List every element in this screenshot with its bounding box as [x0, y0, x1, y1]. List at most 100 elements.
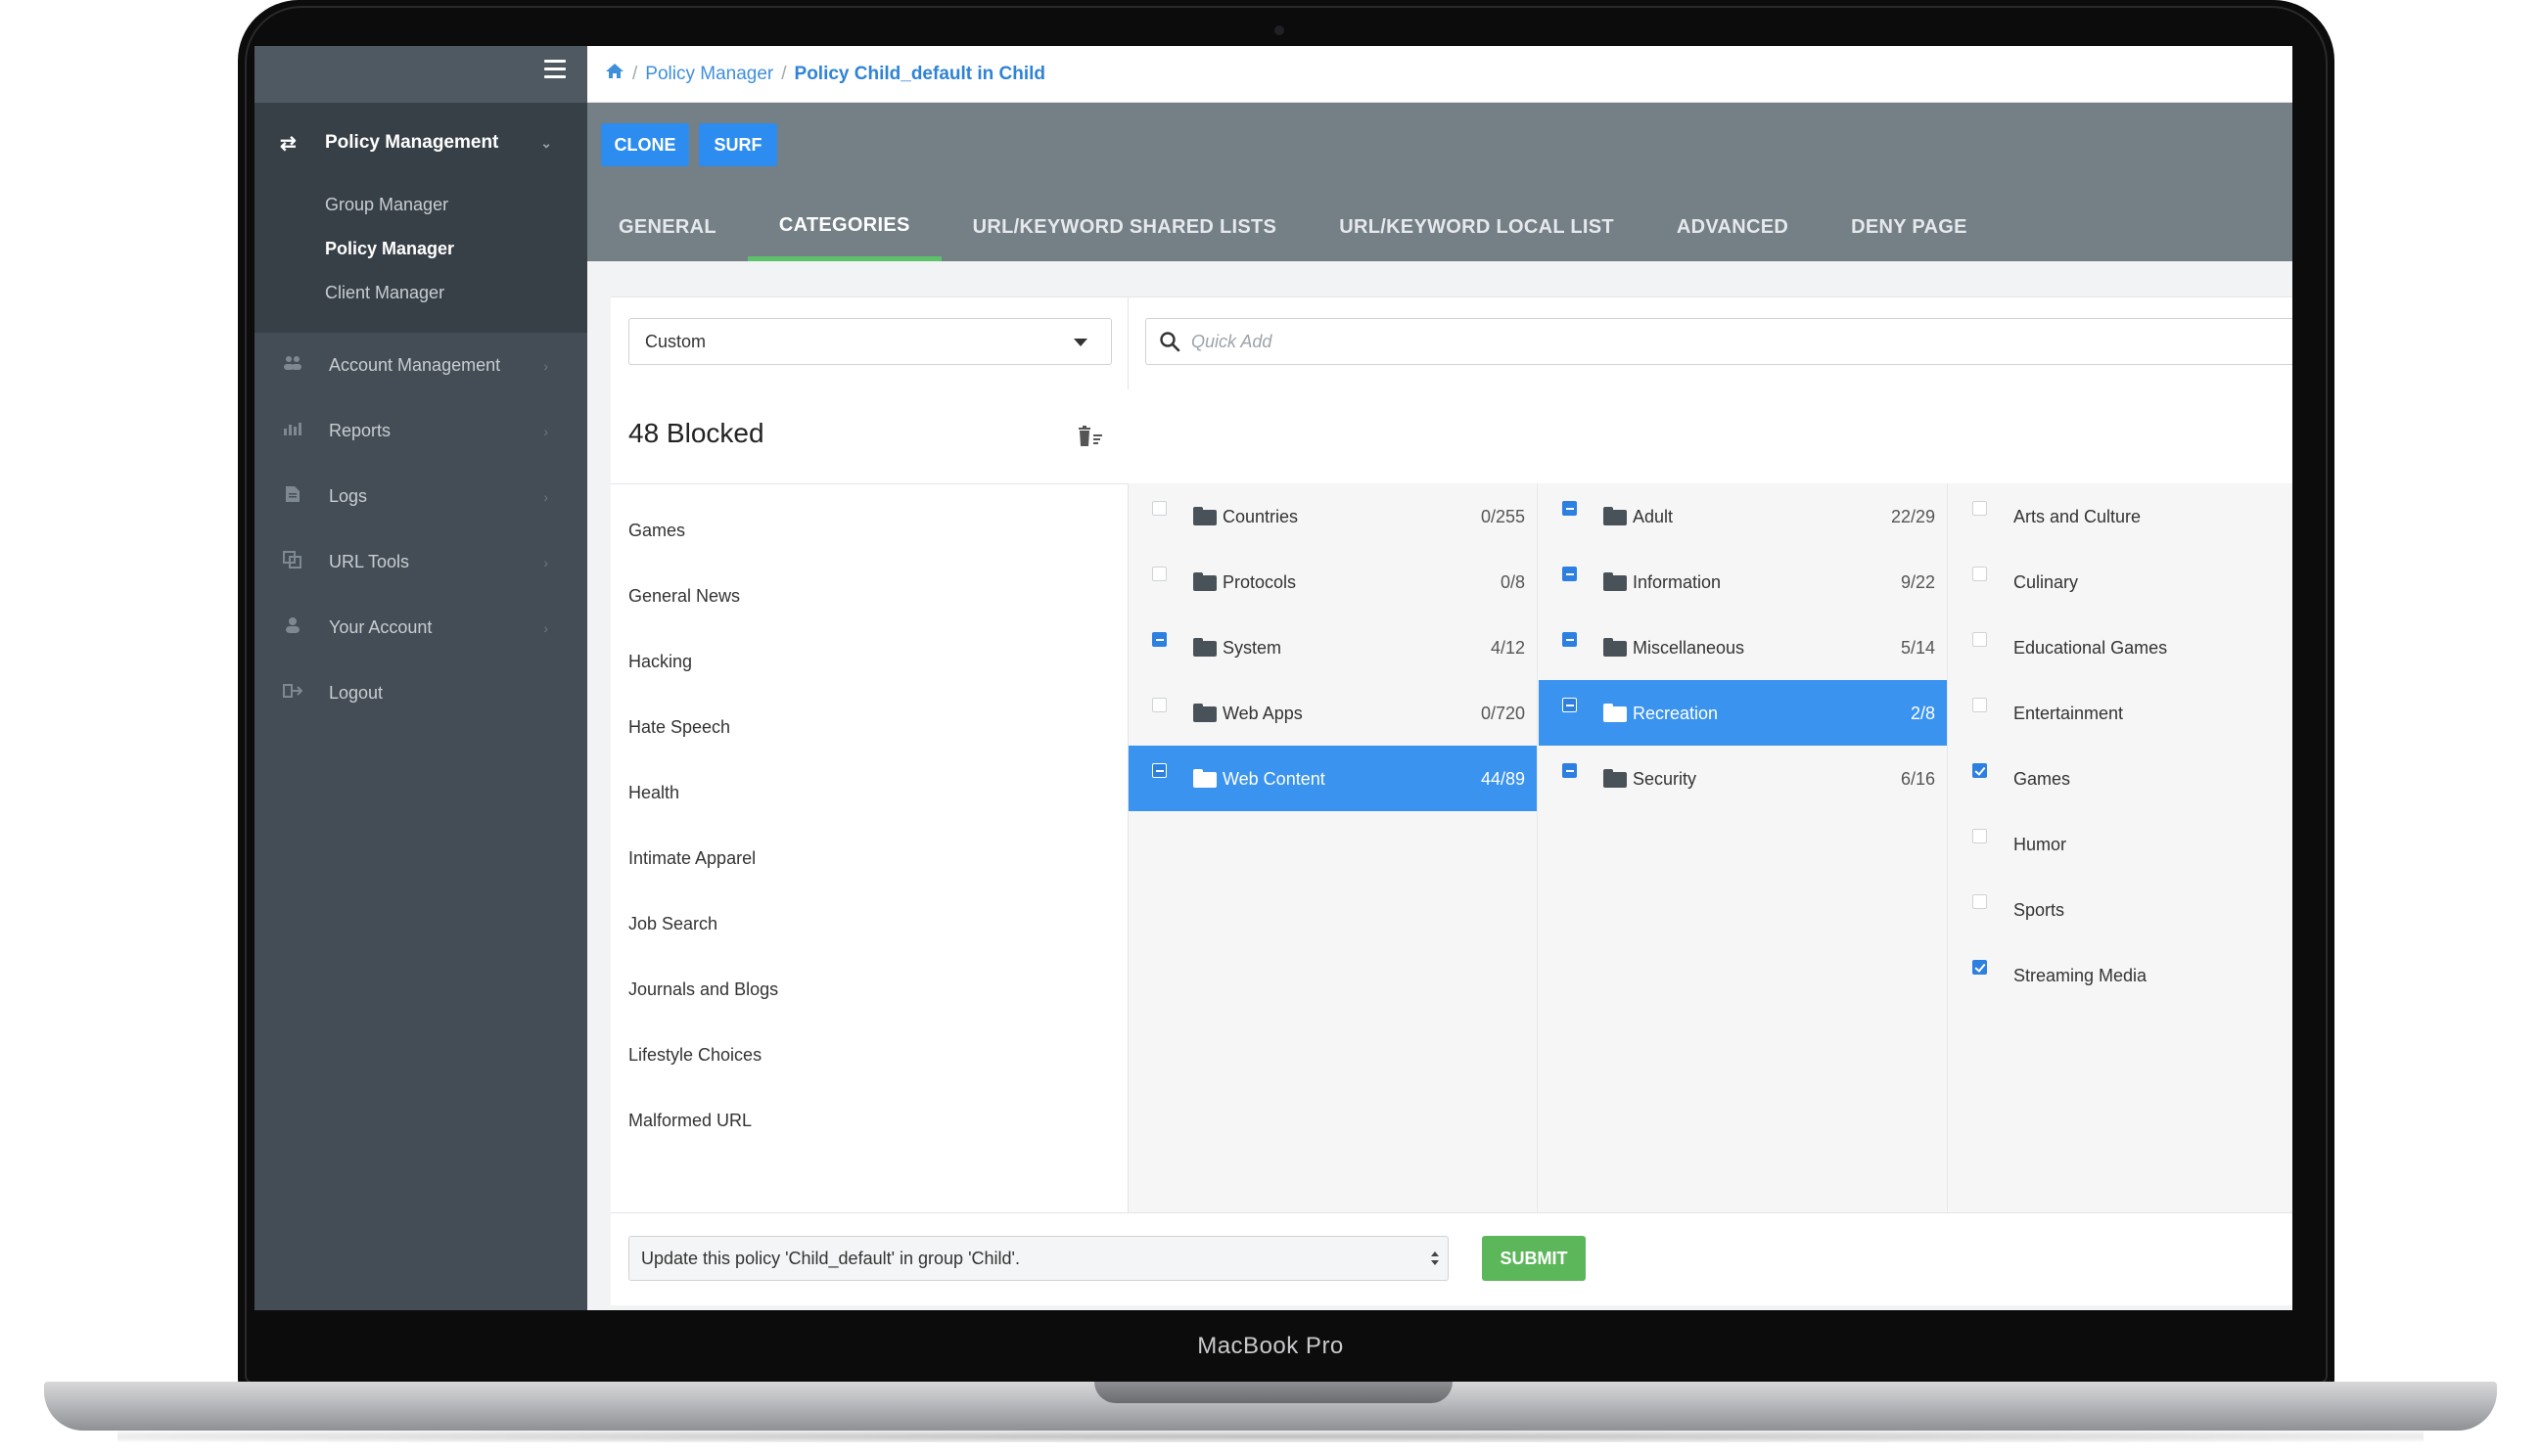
checkbox[interactable] [1152, 763, 1167, 778]
sidebar-item-logs[interactable]: Logs › [254, 464, 587, 529]
category-row-humor[interactable]: Humor [1949, 811, 2292, 877]
category-row-games[interactable]: Games [1949, 746, 2292, 811]
row-count: 0/8 [1500, 572, 1525, 592]
list-item[interactable]: Job Search [628, 914, 778, 979]
sidebar-item-reports[interactable]: Reports › [254, 398, 587, 464]
group-row-protocols[interactable]: Protocols 0/8 [1129, 549, 1537, 614]
list-item[interactable]: Lifestyle Choices [628, 1045, 778, 1111]
checkbox[interactable] [1972, 829, 1987, 843]
category-row-sports[interactable]: Sports [1949, 877, 2292, 942]
folder-icon [1193, 638, 1217, 657]
category-row-arts-and-culture[interactable]: Arts and Culture [1949, 483, 2292, 549]
policy-action-select[interactable]: Update this policy 'Child_default' in gr… [628, 1236, 1449, 1281]
shuffle-icon: ⇄ [280, 132, 297, 155]
home-icon[interactable] [605, 63, 624, 85]
row-label: Security [1633, 769, 1697, 789]
subgroup-row-miscellaneous[interactable]: Miscellaneous 5/14 [1539, 614, 1947, 680]
chevron-right-icon: › [543, 357, 548, 374]
breadcrumb-separator: / [632, 63, 638, 84]
checkbox[interactable] [1152, 567, 1167, 581]
list-item[interactable]: Intimate Apparel [628, 848, 778, 914]
sidebar-item-label: Logout [329, 683, 384, 703]
breadcrumb-link-policy-manager[interactable]: Policy Manager [645, 64, 773, 85]
sidebar-item-policy-management[interactable]: ⇄ Policy Management ⌄ [254, 103, 587, 183]
checkbox[interactable] [1562, 632, 1577, 647]
checkbox[interactable] [1152, 632, 1167, 647]
list-item[interactable]: Hate Speech [628, 717, 778, 783]
sidebar-subitem-policy-manager[interactable]: Policy Manager [254, 227, 587, 271]
sidebar-subitem-client-manager[interactable]: Client Manager [254, 271, 587, 315]
subgroup-column: Adult 22/29 Information 9/22 Miscellaneo… [1539, 483, 1948, 1212]
subgroup-row-security[interactable]: Security 6/16 [1539, 746, 1947, 811]
group-row-web-content[interactable]: Web Content 44/89 [1129, 746, 1537, 811]
tab-categories[interactable]: CATEGORIES [747, 193, 942, 261]
list-item[interactable]: Hacking [628, 652, 778, 717]
main-content: / Policy Manager / Policy Child_default … [587, 46, 2292, 1310]
row-count: 6/16 [1900, 769, 1935, 789]
row-count: 0/255 [1480, 507, 1525, 526]
clone-button[interactable]: CLONE [601, 123, 689, 166]
list-item[interactable]: Games [628, 521, 778, 586]
clear-all-icon[interactable] [1077, 425, 1104, 448]
subgroup-row-adult[interactable]: Adult 22/29 [1539, 483, 1947, 549]
category-row-culinary[interactable]: Culinary [1949, 549, 2292, 614]
checkbox[interactable] [1972, 567, 1987, 581]
checkbox[interactable] [1562, 698, 1577, 712]
submit-button[interactable]: SUBMIT [1482, 1236, 1586, 1281]
tab-url-keyword-local-list[interactable]: URL/KEYWORD LOCAL LIST [1308, 193, 1645, 261]
row-label: Culinary [2013, 572, 2079, 592]
checkbox[interactable] [1972, 894, 1987, 909]
group-column: Countries 0/255 Protocols 0/8 System 4/1… [1129, 483, 1538, 1212]
quick-add-input[interactable]: Quick Add [1145, 318, 2292, 365]
tab-advanced[interactable]: ADVANCED [1645, 193, 1820, 261]
group-row-web-apps[interactable]: Web Apps 0/720 [1129, 680, 1537, 746]
breadcrumb-current: Policy Child_default in Child [794, 63, 1046, 84]
sidebar-item-account-management[interactable]: Account Management › [254, 333, 587, 398]
surf-button[interactable]: SURF [699, 123, 777, 166]
folder-icon [1603, 769, 1627, 788]
list-item[interactable]: Journals and Blogs [628, 979, 778, 1045]
subgroup-row-information[interactable]: Information 9/22 [1539, 549, 1947, 614]
list-item[interactable]: Health [628, 783, 778, 848]
list-item[interactable]: Malformed URL [628, 1111, 778, 1176]
sidebar-item-url-tools[interactable]: URL Tools › [254, 529, 587, 595]
row-count: 2/8 [1910, 704, 1935, 723]
checkbox[interactable] [1562, 567, 1577, 581]
group-row-countries[interactable]: Countries 0/255 [1129, 483, 1537, 549]
subgroup-row-recreation[interactable]: Recreation 2/8 [1539, 680, 1947, 746]
row-label: Arts and Culture [2013, 507, 2142, 526]
checkbox[interactable] [1972, 501, 1987, 516]
checkbox[interactable] [1562, 501, 1577, 516]
row-label: Recreation [1633, 704, 1719, 723]
tab-bar: GENERAL CATEGORIES URL/KEYWORD SHARED LI… [587, 193, 1999, 261]
camera-icon [1274, 25, 1284, 35]
list-item[interactable]: General News [628, 586, 778, 652]
sidebar-item-label: Your Account [329, 617, 433, 637]
checkbox[interactable] [1972, 763, 1987, 778]
updown-arrows-icon [1431, 1251, 1439, 1265]
checkbox[interactable] [1562, 763, 1577, 778]
checkbox[interactable] [1972, 632, 1987, 647]
hamburger-menu-icon[interactable] [544, 60, 566, 79]
breadcrumb: / Policy Manager / Policy Child_default … [587, 46, 2292, 103]
checkbox[interactable] [1972, 698, 1987, 712]
checkbox[interactable] [1152, 501, 1167, 516]
sidebar-item-logout[interactable]: Logout [254, 660, 587, 726]
checkbox[interactable] [1972, 960, 1987, 975]
tab-deny-page[interactable]: DENY PAGE [1820, 193, 1999, 261]
checkbox[interactable] [1152, 698, 1167, 712]
caret-down-icon [1074, 339, 1087, 346]
category-preset-select[interactable]: Custom [628, 318, 1112, 365]
category-row-streaming-media[interactable]: Streaming Media [1949, 942, 2292, 1008]
category-row-educational-games[interactable]: Educational Games [1949, 614, 2292, 680]
sidebar-item-your-account[interactable]: Your Account › [254, 595, 587, 660]
group-row-system[interactable]: System 4/12 [1129, 614, 1537, 680]
tab-url-keyword-shared-lists[interactable]: URL/KEYWORD SHARED LISTS [942, 193, 1309, 261]
row-label: Miscellaneous [1633, 638, 1745, 658]
breadcrumb-separator: / [781, 63, 787, 84]
category-tree: Countries 0/255 Protocols 0/8 System 4/1… [1128, 483, 2292, 1212]
category-row-entertainment[interactable]: Entertainment [1949, 680, 2292, 746]
bar-chart-icon [282, 421, 303, 441]
tab-general[interactable]: GENERAL [587, 193, 748, 261]
sidebar-subitem-group-manager[interactable]: Group Manager [254, 183, 587, 227]
